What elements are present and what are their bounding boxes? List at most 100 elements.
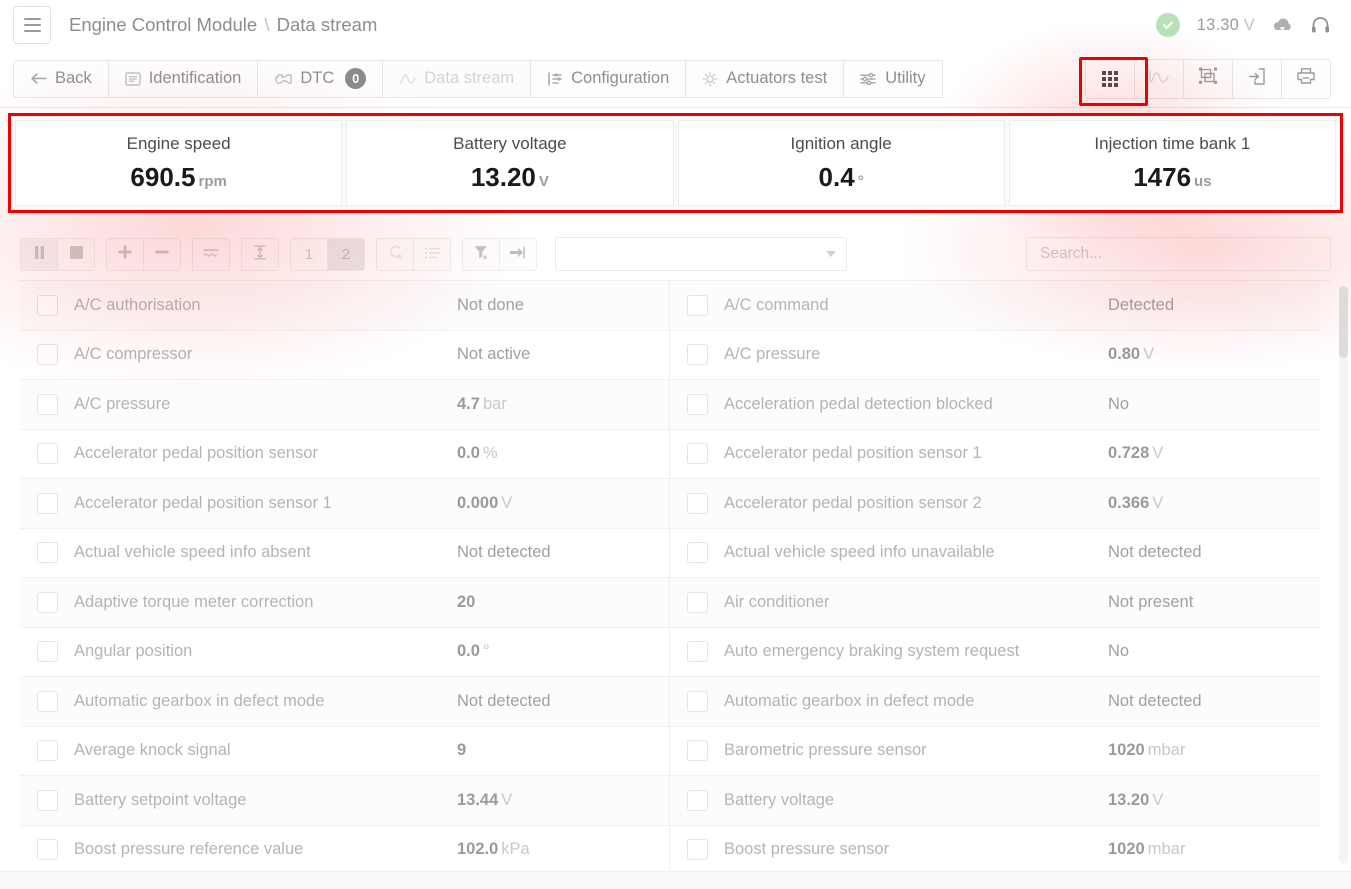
parameter-value-number: No [1108,642,1129,660]
stop-button[interactable] [57,238,95,271]
row-checkbox[interactable] [687,295,708,316]
table-row[interactable]: A/C pressure0.80V [670,331,1320,381]
print-button[interactable] [1281,59,1331,99]
row-checkbox[interactable] [687,394,708,415]
grid-columns: A/C authorisationNot doneA/C compressorN… [20,281,1331,869]
tab-utility[interactable]: Utility [843,60,942,98]
parameter-name: Angular position [58,642,457,661]
list-icon [425,246,440,263]
export-button[interactable] [1232,59,1282,99]
row-checkbox[interactable] [37,740,58,761]
table-row[interactable]: A/C authorisationNot done [20,281,669,331]
smooth-button[interactable] [192,238,230,271]
table-row[interactable]: Auto emergency braking system requestNo [670,628,1320,678]
grid-scrollbar-thumb[interactable] [1339,286,1348,358]
breadcrumb-module[interactable]: Engine Control Module [69,14,257,35]
graph-view-button [1134,59,1184,99]
table-row[interactable]: Accelerator pedal position sensor 10.728… [670,430,1320,480]
table-row[interactable]: A/C pressure4.7bar [20,380,669,430]
parameter-value-number: Not detected [457,692,551,710]
fit-vertical-icon [253,245,267,264]
column-one-button[interactable]: 1 [290,238,328,271]
table-row[interactable]: A/C compressorNot active [20,331,669,381]
tab-identification[interactable]: Identification [108,60,259,98]
table-row[interactable]: Accelerator pedal position sensor 20.366… [670,479,1320,529]
row-checkbox[interactable] [687,839,708,860]
row-checkbox[interactable] [37,641,58,662]
tab-dtc[interactable]: DTC 0 [257,60,383,98]
table-row[interactable]: Accelerator pedal position sensor0.0% [20,430,669,480]
parameter-name: Actual vehicle speed info absent [58,543,457,562]
pause-button[interactable] [20,238,58,271]
parameter-value: 0.0% [457,444,669,463]
parameter-value: Not present [1108,593,1320,612]
table-row[interactable]: Actual vehicle speed info absentNot dete… [20,529,669,579]
table-row[interactable]: Acceleration pedal detection blockedNo [670,380,1320,430]
grid-scrollbar-track[interactable] [1339,284,1348,864]
row-checkbox[interactable] [687,592,708,613]
snapshot-button[interactable] [1183,59,1233,99]
row-checkbox[interactable] [37,295,58,316]
kpi-card-injection-time-bank-1[interactable]: Injection time bank 1 1476us [1009,120,1336,206]
row-checkbox[interactable] [37,443,58,464]
row-checkbox[interactable] [37,394,58,415]
table-row[interactable]: Air conditionerNot present [670,578,1320,628]
table-row[interactable]: Battery setpoint voltage13.44V [20,776,669,826]
row-checkbox[interactable] [687,740,708,761]
grid-view-button[interactable] [1085,59,1135,99]
arrow-left-icon [30,72,47,85]
filter-clear-icon [474,245,489,264]
row-checkbox[interactable] [687,493,708,514]
row-checkbox[interactable] [687,790,708,811]
table-row[interactable]: Boost pressure sensor1020mbar [670,826,1320,870]
row-checkbox[interactable] [687,443,708,464]
kpi-card-ignition-angle[interactable]: Ignition angle 0.4° [678,120,1005,206]
row-checkbox[interactable] [37,691,58,712]
kpi-card-engine-speed[interactable]: Engine speed 690.5rpm [15,120,342,206]
table-row[interactable]: Average knock signal9 [20,727,669,777]
row-checkbox[interactable] [687,542,708,563]
parameter-value-unit: V [501,494,512,512]
kpi-card-battery-voltage[interactable]: Battery voltage 13.20V [346,120,673,206]
table-row[interactable]: Actual vehicle speed info unavailableNot… [670,529,1320,579]
row-checkbox[interactable] [37,344,58,365]
table-row[interactable]: Automatic gearbox in defect modeNot dete… [20,677,669,727]
headset-icon[interactable] [1310,15,1331,36]
hamburger-icon[interactable] [13,6,51,44]
column-two-button[interactable]: 2 [327,238,365,271]
filter-tools-group [462,238,537,271]
row-checkbox[interactable] [37,790,58,811]
table-row[interactable]: Angular position0.0° [20,628,669,678]
tab-back[interactable]: Back [13,60,109,98]
search-input[interactable]: Search... [1026,237,1331,271]
table-row[interactable]: Barometric pressure sensor1020mbar [670,727,1320,777]
parameter-value: Not active [457,345,669,364]
row-checkbox[interactable] [37,493,58,514]
table-row[interactable]: Boost pressure reference value102.0kPa [20,826,669,870]
tab-configuration[interactable]: Configuration [530,60,686,98]
grid-column-right: A/C commandDetectedA/C pressure0.80VAcce… [670,281,1320,869]
parameter-group-select[interactable] [555,237,847,271]
jump-to-button[interactable] [499,238,537,271]
table-row[interactable]: Automatic gearbox in defect modeNot dete… [670,677,1320,727]
row-checkbox[interactable] [687,691,708,712]
remove-button[interactable] [143,238,181,271]
table-row[interactable]: Adaptive torque meter correction20 [20,578,669,628]
cloud-download-icon[interactable] [1272,17,1293,33]
row-checkbox[interactable] [687,641,708,662]
clear-filter-button[interactable] [462,238,500,271]
add-button[interactable] [106,238,144,271]
parameter-name: Boost pressure sensor [708,840,1108,859]
table-row[interactable]: Battery voltage13.20V [670,776,1320,826]
table-row[interactable]: Accelerator pedal position sensor 10.000… [20,479,669,529]
row-checkbox[interactable] [37,839,58,860]
table-row[interactable]: A/C commandDetected [670,281,1320,331]
row-checkbox[interactable] [687,344,708,365]
tab-actuators-test[interactable]: Actuators test [685,60,844,98]
fit-height-button[interactable] [241,238,279,271]
parameter-name: Average knock signal [58,741,457,760]
diagnostic-app-window: Engine Control Module \ Data stream 13.3… [0,0,1351,889]
row-checkbox[interactable] [37,542,58,563]
row-checkbox[interactable] [37,592,58,613]
tab-list: Back Identification DTC 0 Data strea [0,60,942,98]
